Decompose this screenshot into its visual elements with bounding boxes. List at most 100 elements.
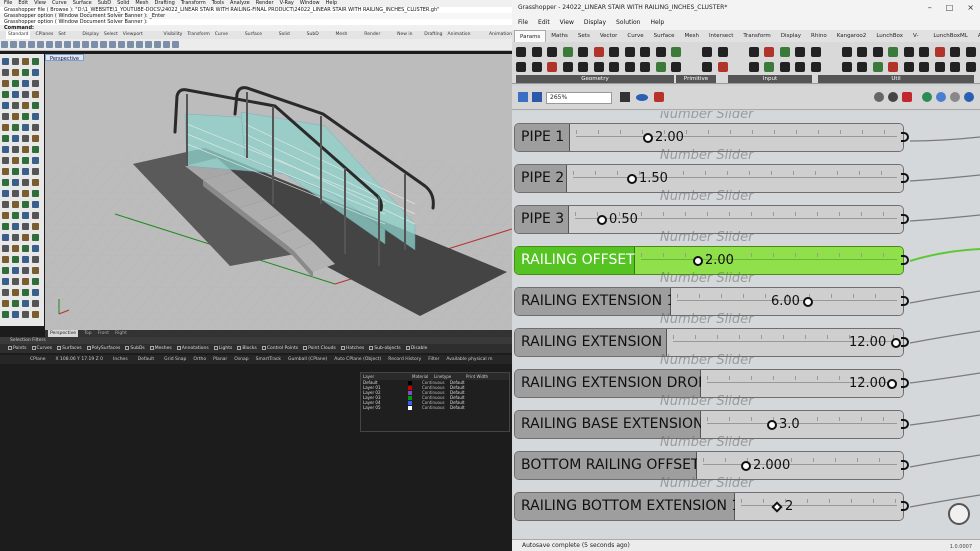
tool-icon[interactable]	[22, 212, 29, 219]
status-auto-cplane-object-[interactable]: Auto CPlane (Object)	[334, 355, 381, 364]
component-icon[interactable]	[810, 47, 821, 57]
checkbox-icon[interactable]	[149, 345, 154, 350]
osnap-annotations[interactable]: Annotations	[176, 344, 209, 353]
materials-icon[interactable]	[154, 41, 161, 48]
rhino-menu-window[interactable]: Window	[300, 0, 320, 7]
tool-icon[interactable]	[32, 146, 39, 153]
rhino-tab-curve-tools[interactable]: Curve Tools	[215, 31, 240, 45]
tool-icon[interactable]	[12, 113, 19, 120]
selection-filters-label[interactable]: Selection Filters	[10, 338, 46, 343]
checkbox-icon[interactable]	[125, 345, 130, 350]
gh-tab-lunchboxml[interactable]: LunchBoxML	[928, 30, 972, 42]
component-icon[interactable]	[872, 62, 883, 72]
tool-icon[interactable]	[2, 223, 9, 230]
shaded-preview-icon[interactable]	[888, 92, 898, 102]
tool-icon[interactable]	[22, 278, 29, 285]
tool-icon[interactable]	[2, 124, 9, 131]
tool-icon[interactable]	[2, 113, 9, 120]
component-icon[interactable]	[888, 47, 898, 57]
layers-icon[interactable]	[127, 41, 134, 48]
tool-icon[interactable]	[22, 80, 29, 87]
component-icon[interactable]	[857, 47, 867, 57]
component-icon[interactable]	[702, 47, 712, 57]
gh-tab-v-ray[interactable]: V-Ray	[908, 30, 928, 51]
component-icon[interactable]	[531, 62, 542, 72]
viewport-tab-perspective[interactable]: Perspective	[48, 330, 79, 337]
tool-icon[interactable]	[22, 69, 29, 76]
layer-row[interactable]: Layer 05 Continuous Default	[361, 405, 509, 410]
rhino-tab-select[interactable]: Select	[104, 31, 118, 39]
component-icon[interactable]	[919, 62, 929, 72]
preview-eye-icon[interactable]	[636, 94, 648, 101]
tool-icon[interactable]	[22, 157, 29, 164]
tool-icon[interactable]	[2, 102, 9, 109]
tool-icon[interactable]	[2, 201, 9, 208]
osnap-meshes[interactable]: Meshes	[149, 344, 172, 353]
component-icon[interactable]	[779, 62, 790, 72]
tool-icon[interactable]	[12, 201, 19, 208]
slider-knob[interactable]	[741, 461, 751, 471]
component-icon[interactable]	[764, 47, 774, 57]
status-record-history[interactable]: Record History	[388, 355, 421, 364]
gh-tab-surface[interactable]: Surface	[649, 30, 680, 42]
units-label[interactable]: Inches	[113, 355, 128, 364]
osnap-curves[interactable]: Curves	[31, 344, 52, 353]
component-icon[interactable]	[872, 47, 883, 57]
tool-icon[interactable]	[32, 91, 39, 98]
rhino-tab-surface-tools[interactable]: Surface Tools	[245, 31, 274, 45]
tool-icon[interactable]	[12, 91, 19, 98]
tool-icon[interactable]	[32, 212, 39, 219]
osnap-points[interactable]: Points	[8, 344, 27, 353]
osnap-hatches[interactable]: Hatches	[340, 344, 364, 353]
maximize-icon[interactable]: □	[946, 0, 954, 16]
select-icon[interactable]	[118, 41, 125, 48]
cut-icon[interactable]	[37, 41, 44, 48]
tool-icon[interactable]	[22, 300, 29, 307]
slider-knob[interactable]	[627, 174, 637, 184]
component-icon[interactable]	[531, 47, 542, 57]
component-icon[interactable]	[965, 62, 976, 72]
checkbox-icon[interactable]	[237, 345, 242, 350]
status-gumball-cplane-[interactable]: Gumball (CPlane)	[288, 355, 327, 364]
tool-icon[interactable]	[2, 212, 9, 219]
component-icon[interactable]	[609, 47, 619, 57]
tool-icon[interactable]	[32, 124, 39, 131]
component-icon[interactable]	[655, 62, 666, 72]
rhino-tab-subd-tools[interactable]: SubD Tools	[307, 31, 331, 45]
tool-icon[interactable]	[22, 179, 29, 186]
component-icon[interactable]	[748, 62, 759, 72]
rhino-menu-solid[interactable]: Solid	[117, 0, 129, 7]
osnap-blocks[interactable]: Blocks	[237, 344, 257, 353]
tool-icon[interactable]	[32, 223, 39, 230]
status-smarttrack[interactable]: SmartTrack	[256, 355, 281, 364]
status-grid-snap[interactable]: Grid Snap	[164, 355, 186, 364]
rhino-menu-view[interactable]: View	[34, 0, 46, 7]
tool-icon[interactable]	[22, 113, 29, 120]
tool-icon[interactable]	[22, 311, 29, 318]
tool-icon[interactable]	[22, 91, 29, 98]
viewport-tab-front[interactable]: Front	[98, 330, 109, 337]
rhino-tab-animation-setup[interactable]: Animation Setup	[448, 31, 485, 45]
tool-icon[interactable]	[2, 289, 9, 296]
gh-tab-rhino[interactable]: Rhino	[806, 30, 832, 42]
tool-icon[interactable]	[32, 245, 39, 252]
layer-color-swatch[interactable]	[408, 400, 412, 405]
tool-icon[interactable]	[2, 135, 9, 142]
tool-icon[interactable]	[22, 223, 29, 230]
component-icon[interactable]	[593, 47, 604, 57]
tool-icon[interactable]	[12, 256, 19, 263]
tool-icon[interactable]	[12, 80, 19, 87]
tool-icon[interactable]	[12, 245, 19, 252]
tool-icon[interactable]	[2, 245, 9, 252]
properties-icon[interactable]	[136, 41, 143, 48]
tool-icon[interactable]	[22, 168, 29, 175]
tool-icon[interactable]	[22, 135, 29, 142]
minimize-icon[interactable]: –	[928, 0, 932, 16]
component-icon[interactable]	[624, 47, 635, 57]
rhino-tab-drafting[interactable]: Drafting	[424, 31, 442, 39]
layer-color-swatch[interactable]	[408, 395, 412, 400]
gh-tab-curve[interactable]: Curve	[622, 30, 648, 42]
open-icon[interactable]	[10, 41, 17, 48]
checkbox-icon[interactable]	[31, 345, 36, 350]
status-filter[interactable]: Filter	[428, 355, 439, 364]
